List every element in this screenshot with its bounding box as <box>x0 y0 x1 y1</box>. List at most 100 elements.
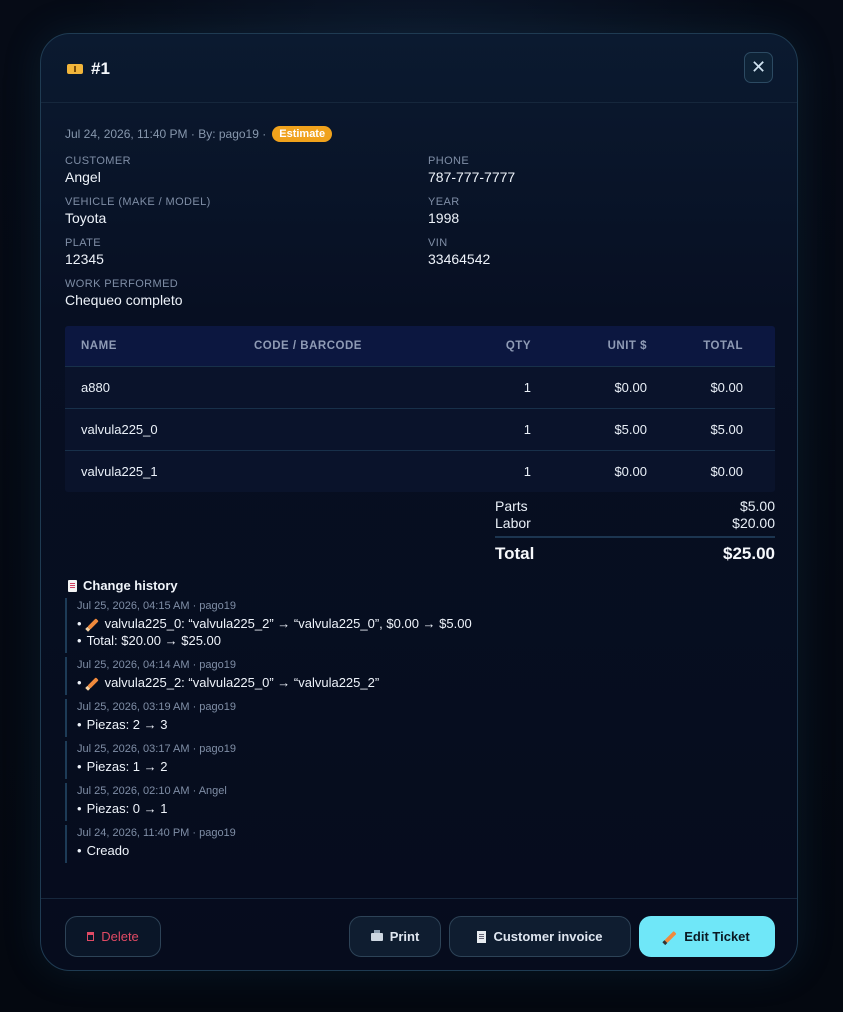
bullet: • <box>77 801 82 816</box>
total-row: Total $25.00 <box>495 536 775 564</box>
history-text: Piezas: 0 → 1 <box>86 801 168 816</box>
phone-value: 787-777-7777 <box>428 169 516 185</box>
history-meta: Jul 25, 2026, 03:19 AM · pago19 <box>77 701 237 713</box>
history-meta: Jul 25, 2026, 04:15 AM · pago19 <box>77 600 237 612</box>
history-entry: Jul 25, 2026, 03:19 AM · pago19 • Piezas… <box>65 699 765 737</box>
history-text: valvula225_2: “valvula225_0” → “valvula2… <box>104 675 380 690</box>
col-code: CODE / BARCODE <box>254 340 362 352</box>
modal-header: #1 ✕ <box>41 34 797 103</box>
history-line: • Piezas: 2 → 3 <box>77 716 765 733</box>
history-text: valvula225_0: “valvula225_2” → “valvula2… <box>104 616 472 631</box>
ticket-icon <box>67 64 83 74</box>
bullet: • <box>77 759 82 774</box>
history-heading: Change history <box>68 578 178 593</box>
parts-table: NAME CODE / BARCODE QTY UNIT $ TOTAL a88… <box>65 326 775 492</box>
close-button[interactable]: ✕ <box>744 52 773 83</box>
phone-field: PHONE 787-777-7777 <box>428 155 515 185</box>
vehicle-value: Toyota <box>65 210 107 226</box>
receipt-icon <box>477 930 487 943</box>
total-label: Total <box>495 544 535 563</box>
delete-label: Delete <box>101 929 139 944</box>
title-wrap: #1 <box>67 59 110 79</box>
parts-label: Parts <box>495 498 528 514</box>
close-icon: ✕ <box>750 57 767 77</box>
history-entry: Jul 25, 2026, 04:14 AM · pago19 • valvul… <box>65 657 765 695</box>
year-value: 1998 <box>428 210 460 226</box>
edit-ticket-button[interactable]: Edit Ticket <box>639 916 775 957</box>
customer-invoice-button[interactable]: Customer invoice <box>449 916 631 957</box>
labor-row: Labor $20.00 <box>495 515 775 532</box>
cell-name: a880 <box>81 380 110 395</box>
table-row: valvula225_0 1 $5.00 $5.00 <box>65 409 775 451</box>
cell-qty: 1 <box>523 380 531 395</box>
edit-label: Edit Ticket <box>684 929 750 944</box>
cell-name: valvula225_1 <box>81 464 158 479</box>
col-qty: QTY <box>505 340 531 352</box>
history-entry: Jul 25, 2026, 04:15 AM · pago19 • valvul… <box>65 598 765 653</box>
customer-value: Angel <box>65 169 101 185</box>
delete-button[interactable]: Delete <box>65 916 161 957</box>
printer-icon <box>370 929 383 941</box>
pencil-icon <box>664 930 677 943</box>
plate-value: 12345 <box>65 251 104 267</box>
cell-unit: $0.00 <box>614 464 647 479</box>
work-label: WORK PERFORMED <box>65 278 179 290</box>
history-entry: Jul 25, 2026, 02:10 AM · Angel • Piezas:… <box>65 783 765 821</box>
totals-summary: Parts $5.00 Labor $20.00 Total $25.00 <box>495 498 775 564</box>
cell-unit: $5.00 <box>614 422 647 437</box>
pencil-icon <box>86 617 99 630</box>
history-line: • valvula225_0: “valvula225_2” → “valvul… <box>77 615 765 632</box>
history-meta: Jul 25, 2026, 03:17 AM · pago19 <box>77 743 237 755</box>
total-value: $25.00 <box>723 544 775 563</box>
bullet: • <box>77 633 82 648</box>
history-meta: Jul 25, 2026, 04:14 AM · pago19 <box>77 659 237 671</box>
labor-value: $20.00 <box>732 515 775 531</box>
year-label: YEAR <box>428 196 460 208</box>
invoice-label: Customer invoice <box>493 929 603 944</box>
history-line: • Piezas: 1 → 2 <box>77 758 765 775</box>
modal-footer: Delete Print Customer invoice Edit Ticke… <box>41 898 797 970</box>
trash-icon <box>87 932 95 941</box>
vin-field: VIN 33464542 <box>428 237 490 267</box>
vin-label: VIN <box>428 237 448 249</box>
col-total: TOTAL <box>703 340 743 352</box>
history-line: • Piezas: 0 → 1 <box>77 800 765 817</box>
customer-field: CUSTOMER Angel <box>65 155 131 185</box>
plate-label: PLATE <box>65 237 102 249</box>
work-field: WORK PERFORMED Chequeo completo <box>65 278 183 308</box>
history-text: Piezas: 2 → 3 <box>86 717 168 732</box>
meta-text: Jul 24, 2026, 11:40 PM · By: pago19 · <box>65 127 267 141</box>
ticket-modal: #1 ✕ Jul 24, 2026, 11:40 PM · By: pago19… <box>40 33 798 971</box>
cell-qty: 1 <box>523 422 531 437</box>
ticket-title: #1 <box>91 59 110 78</box>
history-line: • valvula225_2: “valvula225_0” → “valvul… <box>77 674 765 691</box>
history-line: • Total: $20.00 → $25.00 <box>77 632 765 649</box>
bullet: • <box>77 717 82 732</box>
history-title: Change history <box>83 578 178 593</box>
history-meta: Jul 25, 2026, 02:10 AM · Angel <box>77 785 227 797</box>
cell-total: $0.00 <box>710 380 743 395</box>
history-text: Total: $20.00 → $25.00 <box>86 633 221 648</box>
cell-unit: $0.00 <box>614 380 647 395</box>
bullet: • <box>77 843 82 858</box>
customer-label: CUSTOMER <box>65 155 131 167</box>
vehicle-field: VEHICLE (MAKE / MODEL) Toyota <box>65 196 211 226</box>
history-line: • Creado <box>77 842 765 859</box>
history-text: Piezas: 1 → 2 <box>86 759 168 774</box>
bullet: • <box>77 616 82 631</box>
col-name: NAME <box>81 340 117 352</box>
phone-label: PHONE <box>428 155 470 167</box>
cell-name: valvula225_0 <box>81 422 158 437</box>
table-header: NAME CODE / BARCODE QTY UNIT $ TOTAL <box>65 326 775 367</box>
plate-field: PLATE 12345 <box>65 237 104 267</box>
cell-qty: 1 <box>523 464 531 479</box>
status-badge: Estimate <box>272 126 333 142</box>
cell-total: $5.00 <box>710 422 743 437</box>
vin-value: 33464542 <box>428 251 491 267</box>
ticket-meta: Jul 24, 2026, 11:40 PM · By: pago19 · Es… <box>65 126 333 142</box>
work-value: Chequeo completo <box>65 292 183 308</box>
pencil-icon <box>86 676 99 689</box>
print-button[interactable]: Print <box>349 916 441 957</box>
cell-total: $0.00 <box>710 464 743 479</box>
document-icon <box>68 579 77 592</box>
